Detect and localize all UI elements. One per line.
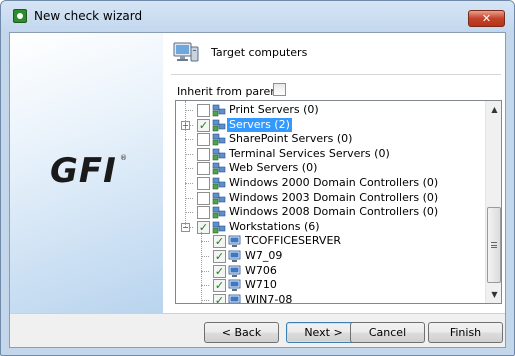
tree-connector xyxy=(185,183,193,184)
tree-connector xyxy=(185,168,193,169)
node-checkbox[interactable] xyxy=(197,133,210,146)
tree-connector xyxy=(201,241,209,242)
tree-connector xyxy=(201,256,209,257)
tree-node[interactable]: Windows 2000 Domain Controllers (0) xyxy=(176,176,482,191)
computer-tree[interactable]: Print Servers (0) + ✓ Servers (2) SharePoint… xyxy=(175,100,502,304)
tree-spine xyxy=(185,101,186,227)
node-checkbox[interactable] xyxy=(197,206,210,219)
node-label[interactable]: W706 xyxy=(243,264,279,278)
node-label[interactable]: W7_09 xyxy=(243,249,284,263)
cancel-button[interactable]: Cancel xyxy=(350,322,425,343)
tree-items: Print Servers (0) + ✓ Servers (2) SharePoint… xyxy=(176,101,484,303)
tree-connector xyxy=(201,271,209,272)
wizard-sidebar: GFI ® xyxy=(10,33,163,313)
tree-node[interactable]: − ✓ Workstations (6) xyxy=(176,220,482,235)
tree-node[interactable]: SharePoint Servers (0) xyxy=(176,132,482,147)
title-bar[interactable]: New check wizard ✕ xyxy=(1,1,514,31)
computer-icon xyxy=(228,265,242,278)
node-label[interactable]: Windows 2008 Domain Controllers (0) xyxy=(227,205,440,219)
tree-connector xyxy=(185,212,193,213)
node-checkbox[interactable] xyxy=(197,162,210,175)
tree-node[interactable]: Print Servers (0) xyxy=(176,103,482,118)
tree-node[interactable]: Terminal Services Servers (0) xyxy=(176,147,482,162)
computer-group-icon xyxy=(212,206,226,219)
computer-group-icon xyxy=(212,148,226,161)
header-divider xyxy=(171,74,501,75)
node-label[interactable]: TCOFFICESERVER xyxy=(243,234,343,248)
computer-group-icon xyxy=(212,119,226,132)
tree-node[interactable]: ✓ W710 xyxy=(176,278,482,293)
node-label[interactable]: Print Servers (0) xyxy=(227,103,321,117)
node-checkbox[interactable]: ✓ xyxy=(197,119,210,132)
computer-group-icon xyxy=(212,221,226,234)
window-title: New check wizard xyxy=(34,9,143,23)
scroll-up-button[interactable]: ▲ xyxy=(486,101,501,118)
tree-connector xyxy=(201,300,209,301)
finish-button[interactable]: Finish xyxy=(428,322,503,343)
node-label[interactable]: Web Servers (0) xyxy=(227,161,319,175)
tree-node[interactable]: ✓ TCOFFICESERVER xyxy=(176,234,482,249)
tree-connector xyxy=(185,154,193,155)
footer-divider xyxy=(10,313,505,314)
computer-group-icon xyxy=(212,133,226,146)
node-label[interactable]: SharePoint Servers (0) xyxy=(227,132,354,146)
tree-connector xyxy=(185,110,193,111)
computer-group-icon xyxy=(212,162,226,175)
inherit-label: Inherit from parent: xyxy=(177,85,286,98)
computer-icon xyxy=(228,250,242,263)
tree-spine xyxy=(201,232,202,303)
node-checkbox[interactable]: ✓ xyxy=(213,235,226,248)
node-checkbox[interactable] xyxy=(197,148,210,161)
node-label[interactable]: Windows 2003 Domain Controllers (0) xyxy=(227,191,440,205)
node-label[interactable]: Windows 2000 Domain Controllers (0) xyxy=(227,176,440,190)
tree-node[interactable]: + ✓ Servers (2) xyxy=(176,118,482,133)
inherit-checkbox[interactable] xyxy=(273,83,286,96)
tree-node[interactable]: ✓ W7_09 xyxy=(176,249,482,264)
wizard-window: New check wizard ✕ GFI ® Target computer… xyxy=(0,0,515,356)
tree-connector xyxy=(185,198,193,199)
node-checkbox[interactable] xyxy=(197,177,210,190)
tree-connector xyxy=(185,139,193,140)
grip-icon xyxy=(491,242,497,248)
node-checkbox[interactable]: ✓ xyxy=(213,279,226,292)
node-label[interactable]: Terminal Services Servers (0) xyxy=(227,147,392,161)
tree-node[interactable]: Windows 2008 Domain Controllers (0) xyxy=(176,205,482,220)
scroll-down-button[interactable]: ▼ xyxy=(486,286,501,303)
node-label[interactable]: W710 xyxy=(243,278,279,292)
close-button[interactable]: ✕ xyxy=(468,10,505,27)
scroll-thumb[interactable] xyxy=(487,207,501,283)
page-title: Target computers xyxy=(211,46,308,59)
node-checkbox[interactable]: ✓ xyxy=(213,250,226,263)
node-checkbox[interactable]: ✓ xyxy=(213,265,226,278)
tree-node[interactable]: ✓ W706 xyxy=(176,264,482,279)
wizard-content: Target computers Inherit from parent: Pr… xyxy=(163,33,505,313)
node-checkbox[interactable]: ✓ xyxy=(213,294,226,303)
computer-icon xyxy=(228,279,242,292)
computer-group-icon xyxy=(212,104,226,117)
computer-icon xyxy=(228,235,242,248)
node-checkbox[interactable] xyxy=(197,104,210,117)
node-checkbox[interactable] xyxy=(197,192,210,205)
registered-mark: ® xyxy=(120,154,127,162)
back-button[interactable]: < Back xyxy=(204,322,279,343)
computer-icon xyxy=(228,294,242,303)
node-label[interactable]: WIN7-08 xyxy=(243,293,294,303)
tree-scrollbar[interactable]: ▲ ▼ xyxy=(485,101,501,303)
computer-monitor-icon xyxy=(173,42,199,62)
gfi-logo: GFI xyxy=(50,151,117,191)
node-label[interactable]: Servers (2) xyxy=(227,118,292,132)
wizard-client-area: GFI ® Target computers Inherit from pare… xyxy=(9,32,506,348)
computer-group-icon xyxy=(212,192,226,205)
tree-node[interactable]: ✓ WIN7-08 xyxy=(176,293,482,303)
tree-node[interactable]: Web Servers (0) xyxy=(176,161,482,176)
tree-connector xyxy=(201,285,209,286)
computer-group-icon xyxy=(212,177,226,190)
node-checkbox[interactable]: ✓ xyxy=(197,221,210,234)
app-icon xyxy=(13,9,27,23)
node-label[interactable]: Workstations (6) xyxy=(227,220,322,234)
tree-node[interactable]: Windows 2003 Domain Controllers (0) xyxy=(176,191,482,206)
